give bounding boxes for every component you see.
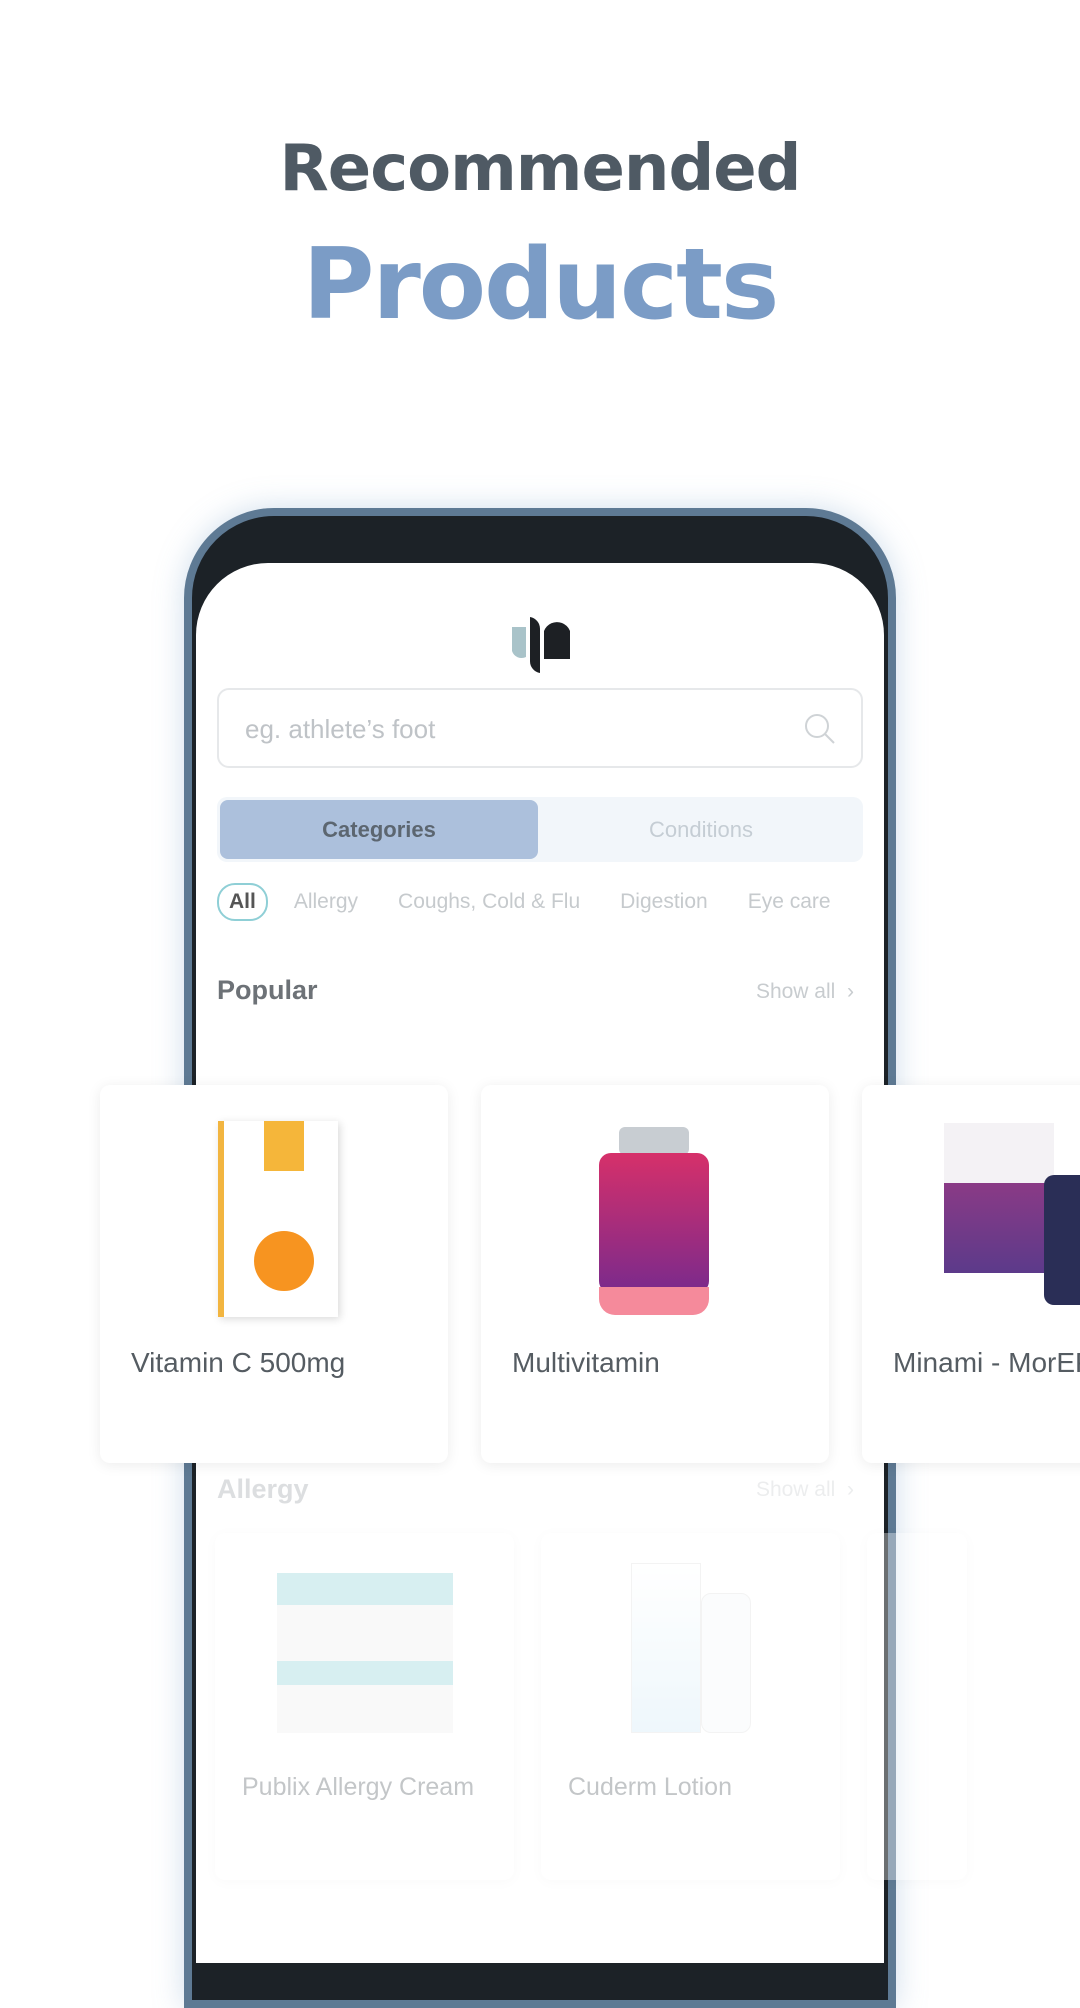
chip-allergy[interactable]: Allergy	[294, 890, 358, 914]
product-image	[218, 1121, 338, 1317]
search-input[interactable]: eg. athlete’s foot	[217, 688, 863, 768]
allergy-heading: Allergy	[217, 1474, 309, 1504]
product-card-partial[interactable]	[867, 1533, 967, 1880]
product-name: Publix Allergy Cream	[242, 1773, 475, 1801]
product-image	[599, 1127, 709, 1317]
product-name: Minami - MorEPA	[893, 1347, 1080, 1378]
product-card-multivitamin[interactable]: Multivitamin	[481, 1085, 829, 1463]
product-image	[631, 1563, 701, 1733]
tab-categories[interactable]: Categories	[220, 800, 538, 859]
search-icon[interactable]	[803, 712, 837, 746]
product-card-minami[interactable]: Minami - MorEPA	[862, 1085, 1080, 1463]
search-placeholder: eg. athlete’s foot	[245, 714, 436, 744]
popular-show-all[interactable]: Show all ›	[756, 980, 854, 1004]
product-name: Cuderm Lotion	[568, 1773, 732, 1801]
chip-digestion[interactable]: Digestion	[620, 890, 708, 914]
product-card-publix-allergy-cream[interactable]: Publix Allergy Cream	[215, 1533, 514, 1880]
chip-coughs-cold-flu[interactable]: Coughs, Cold & Flu	[398, 890, 580, 914]
product-name: Multivitamin	[512, 1347, 660, 1378]
chip-eye-care[interactable]: Eye care	[748, 890, 831, 914]
headline-recommended: Recommended	[279, 132, 802, 206]
product-card-cuderm-lotion[interactable]: Cuderm Lotion	[541, 1533, 840, 1880]
show-all-label: Show all	[755, 1478, 836, 1501]
product-image	[944, 1123, 1054, 1273]
segment-control: Categories Conditions	[217, 797, 863, 862]
chevron-right-icon: ›	[841, 980, 854, 1003]
product-name: Vitamin C 500mg	[131, 1347, 346, 1378]
product-card-vitamin-c[interactable]: Vitamin C 500mg	[100, 1085, 448, 1463]
show-all-label: Show all	[755, 980, 836, 1003]
popular-heading: Popular	[217, 975, 318, 1005]
headline-products: Products	[302, 228, 780, 342]
allergy-show-all[interactable]: Show all ›	[756, 1478, 854, 1502]
tab-conditions[interactable]: Conditions	[542, 800, 860, 859]
product-bottle	[701, 1593, 751, 1733]
product-bottle	[1044, 1175, 1080, 1305]
product-image	[277, 1573, 453, 1733]
chip-all[interactable]: All	[217, 883, 268, 921]
pharmacy-logo	[512, 617, 570, 673]
category-chips: All Allergy Coughs, Cold & Flu Digestion…	[217, 883, 871, 921]
chevron-right-icon: ›	[841, 1478, 854, 1501]
